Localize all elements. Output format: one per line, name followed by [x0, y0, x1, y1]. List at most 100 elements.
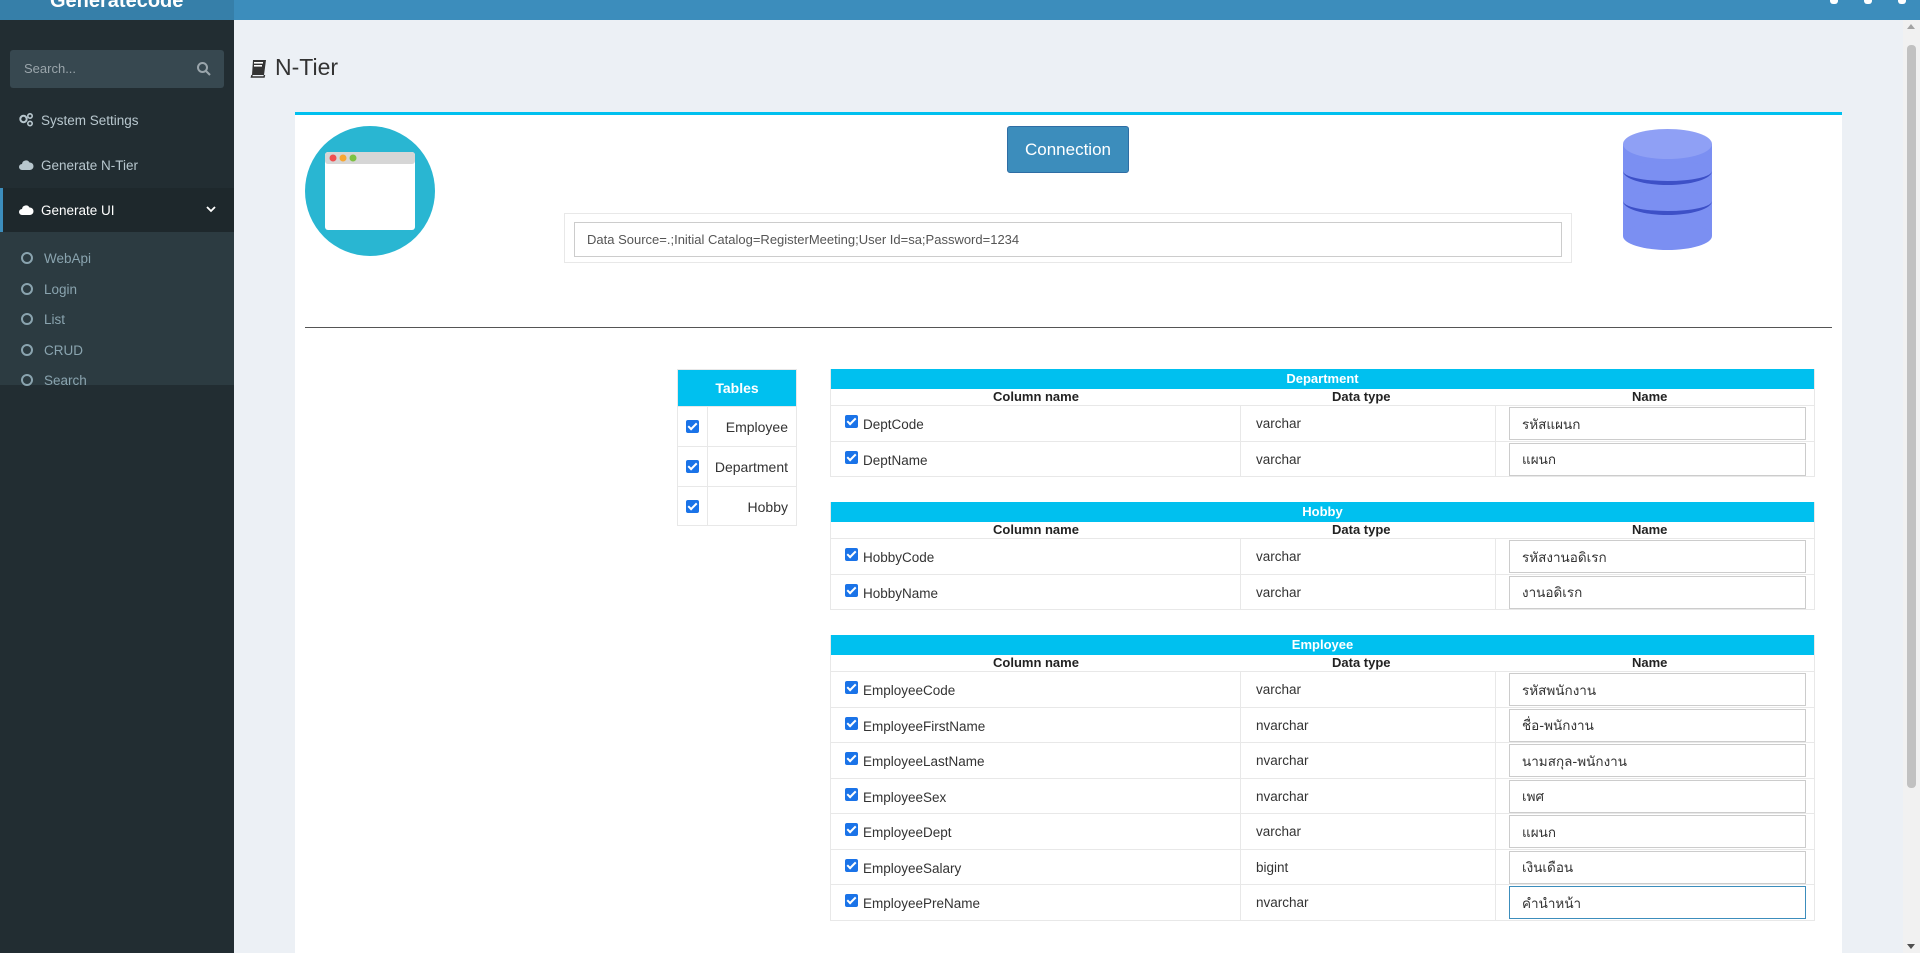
tables-panel: Tables Employee Department Hobby	[677, 369, 797, 526]
name-input[interactable]	[1509, 673, 1806, 706]
column-checkbox[interactable]	[845, 823, 858, 836]
column-checkbox[interactable]	[845, 548, 858, 561]
column-checkbox[interactable]	[845, 681, 858, 694]
sidebar-subitem-list[interactable]: List	[0, 305, 234, 333]
name-input[interactable]	[1509, 850, 1806, 884]
scroll-down-arrow-icon[interactable]	[1907, 944, 1915, 949]
sidebar-search-input[interactable]: Search...	[10, 50, 224, 88]
table-row: EmployeePreName nvarchar	[831, 884, 1814, 920]
column-name-header: Column name	[993, 389, 1079, 404]
sidebar-item-generate-ui[interactable]: Generate UI	[0, 188, 234, 232]
hobby-table: Hobby Column name Data type Name HobbyCo…	[830, 502, 1815, 610]
department-table: Department Column name Data type Name De…	[830, 369, 1815, 477]
top-navbar: Generatecode	[0, 0, 1920, 20]
data-type-header: Data type	[1332, 389, 1391, 404]
navbar-icon[interactable]	[1898, 0, 1906, 4]
table-checkbox[interactable]	[686, 420, 699, 433]
sidebar-subitem-label: List	[44, 311, 66, 327]
cloud-icon	[19, 205, 34, 215]
navbar-icon[interactable]	[1864, 0, 1872, 4]
name-input[interactable]	[1509, 442, 1806, 476]
data-type: varchar	[1256, 416, 1302, 431]
sidebar-subitem-search[interactable]: Search	[0, 366, 234, 394]
page-scrollbar[interactable]	[1903, 20, 1920, 953]
data-type: varchar	[1256, 549, 1302, 564]
name-header: Name	[1632, 389, 1668, 404]
sidebar-subitem-webapi[interactable]: WebApi	[0, 244, 234, 272]
column-checkbox[interactable]	[845, 894, 858, 907]
scroll-up-arrow-icon[interactable]	[1907, 24, 1915, 29]
circle-icon	[21, 344, 33, 356]
scrollbar-thumb[interactable]	[1907, 45, 1916, 788]
logo-area[interactable]: Generatecode	[0, 0, 234, 20]
column-name-header: Column name	[993, 655, 1079, 670]
table-row: DeptCode varchar	[831, 405, 1814, 441]
name-input[interactable]	[1509, 815, 1806, 848]
column-checkbox[interactable]	[845, 415, 858, 428]
column-name: HobbyCode	[863, 550, 935, 565]
column-headers: Column name Data type Name	[831, 522, 1814, 538]
name-input[interactable]	[1509, 886, 1806, 919]
column-checkbox[interactable]	[845, 752, 858, 765]
data-type-header: Data type	[1332, 522, 1391, 537]
data-type: bigint	[1256, 859, 1289, 875]
column-checkbox[interactable]	[845, 583, 858, 597]
name-input[interactable]	[1509, 540, 1806, 573]
sidebar-subitem-label: CRUD	[44, 342, 83, 358]
table-row: EmployeeFirstName nvarchar	[831, 706, 1814, 742]
column-checkbox[interactable]	[845, 858, 858, 872]
name-input[interactable]	[1509, 779, 1806, 813]
connection-string-input[interactable]	[574, 222, 1562, 257]
table-list-item: Department	[678, 446, 796, 486]
name-header: Name	[1632, 655, 1668, 670]
circle-icon	[21, 374, 33, 386]
table-row: HobbyCode varchar	[831, 538, 1814, 574]
sidebar-subitem-crud[interactable]: CRUD	[0, 336, 234, 364]
sidebar-subitem-login[interactable]: Login	[0, 275, 234, 303]
name-input[interactable]	[1509, 575, 1806, 609]
search-icon[interactable]	[196, 61, 212, 77]
page-title-text: N-Tier	[275, 54, 339, 80]
name-input[interactable]	[1509, 407, 1806, 440]
table-list-label: Employee	[725, 419, 788, 435]
sidebar-item-system-settings[interactable]: System Settings	[0, 98, 234, 142]
data-type-header: Data type	[1332, 655, 1391, 670]
column-name: EmployeeFirstName	[863, 718, 986, 734]
data-type: nvarchar	[1256, 717, 1309, 733]
table-checkbox[interactable]	[686, 500, 699, 513]
name-input[interactable]	[1509, 744, 1806, 777]
data-type: nvarchar	[1256, 753, 1309, 768]
table-checkbox[interactable]	[686, 460, 699, 473]
cloud-icon	[19, 160, 34, 170]
table-list-label: Hobby	[747, 499, 788, 515]
sidebar-item-label: Generate UI	[41, 202, 115, 218]
column-name: EmployeeDept	[863, 825, 952, 840]
chevron-down-icon	[206, 206, 216, 213]
data-type: varchar	[1256, 584, 1302, 600]
column-name: EmployeeSex	[863, 789, 947, 805]
navbar-icon[interactable]	[1830, 0, 1838, 4]
book-icon	[250, 59, 266, 78]
column-name: EmployeeCode	[863, 683, 956, 698]
table-row: EmployeeDept varchar	[831, 813, 1814, 849]
column-name: EmployeePreName	[863, 896, 981, 911]
table-row: EmployeeSalary bigint	[831, 848, 1814, 884]
column-checkbox[interactable]	[845, 787, 858, 801]
sidebar-subitem-label: Login	[44, 281, 78, 297]
connection-button[interactable]: Connection	[1007, 126, 1129, 173]
employee-table: Employee Column name Data type Name Empl…	[830, 635, 1815, 921]
sidebar-item-label: System Settings	[41, 112, 139, 128]
column-checkbox[interactable]	[845, 716, 858, 730]
sidebar-item-generate-ntier[interactable]: Generate N-Tier	[0, 143, 234, 187]
column-name: EmployeeLastName	[863, 754, 985, 769]
table-row: EmployeeCode varchar	[831, 671, 1814, 707]
search-placeholder: Search...	[24, 61, 77, 76]
data-type: nvarchar	[1256, 895, 1309, 910]
app-logo-text: Generatecode	[50, 0, 184, 12]
data-type: varchar	[1256, 451, 1302, 467]
table-row: HobbyName varchar	[831, 573, 1814, 609]
column-checkbox[interactable]	[845, 450, 858, 464]
name-input[interactable]	[1509, 708, 1806, 742]
table-list-label: Department	[714, 459, 788, 475]
table-list-item: Hobby	[678, 486, 796, 526]
